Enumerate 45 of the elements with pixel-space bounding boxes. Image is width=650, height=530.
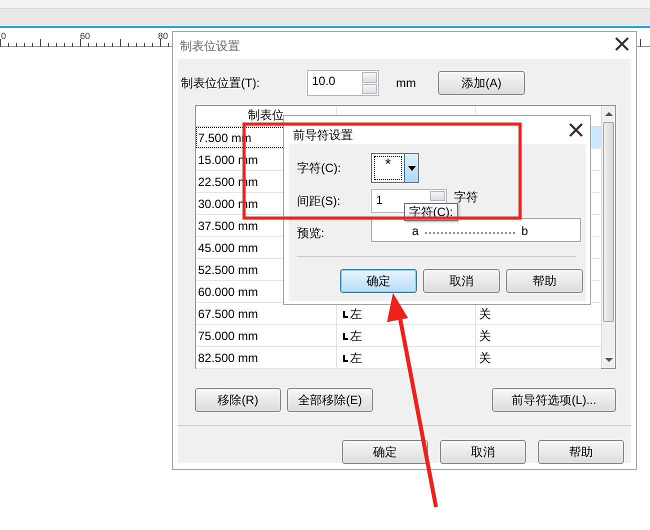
column-header[interactable]: 制表位 bbox=[248, 108, 284, 126]
table-cell[interactable]: 45.000 mm bbox=[198, 241, 258, 255]
dialog-title: 前导符设置 bbox=[293, 128, 353, 142]
preview-box: a b bbox=[371, 218, 581, 242]
field-label: 字符(C): bbox=[297, 161, 341, 175]
table-cell: 左 bbox=[350, 351, 362, 365]
field-label: 间距(S): bbox=[297, 194, 340, 208]
table-cell[interactable]: 52.500 mm bbox=[198, 263, 258, 277]
table-cell: 左 bbox=[350, 329, 362, 343]
table-cell[interactable]: 60.000 mm bbox=[198, 285, 258, 299]
cancel-button[interactable]: 取消 bbox=[440, 440, 526, 464]
ok-button[interactable]: 确定 bbox=[340, 269, 417, 293]
unit-label: mm bbox=[396, 76, 416, 90]
ruler-label: 60 bbox=[80, 31, 90, 41]
ruler-label: 80 bbox=[158, 31, 168, 41]
table-cell[interactable]: 82.500 mm bbox=[198, 351, 258, 365]
position-field[interactable]: 10.0 bbox=[307, 70, 379, 96]
dialog-title: 制表位设置 bbox=[180, 39, 240, 53]
field-label: 制表位位置(T): bbox=[181, 76, 260, 90]
table-cell: 关 bbox=[479, 329, 491, 343]
table-cell: 关 bbox=[479, 351, 491, 365]
remove-button[interactable]: 移除(R) bbox=[195, 388, 281, 412]
help-button[interactable]: 帮助 bbox=[538, 440, 624, 464]
table-cell[interactable]: 37.500 mm bbox=[198, 219, 258, 233]
left-tab-icon bbox=[343, 333, 348, 340]
table-cell[interactable]: 75.000 mm bbox=[198, 329, 258, 343]
close-icon[interactable] bbox=[568, 122, 584, 138]
remove-all-button[interactable]: 全部移除(E) bbox=[287, 388, 373, 412]
left-tab-icon bbox=[343, 311, 348, 318]
scrollbar[interactable] bbox=[601, 106, 615, 368]
left-tab-icon bbox=[343, 355, 348, 362]
table-cell[interactable]: 67.500 mm bbox=[198, 307, 258, 321]
ruler-label: 0 bbox=[1, 31, 6, 41]
cancel-button[interactable]: 取消 bbox=[423, 269, 500, 293]
leader-options-button[interactable]: 前导符选项(L)... bbox=[492, 388, 616, 412]
close-icon[interactable] bbox=[614, 36, 630, 52]
add-button[interactable]: 添加(A) bbox=[438, 71, 525, 95]
help-button[interactable]: 帮助 bbox=[506, 269, 583, 293]
unit-label: 字符 bbox=[454, 190, 478, 204]
character-dropdown[interactable]: * bbox=[371, 153, 419, 183]
caret-icon bbox=[408, 166, 416, 170]
ok-button[interactable]: 确定 bbox=[342, 440, 428, 464]
table-cell: 左 bbox=[350, 307, 362, 321]
table-cell: 关 bbox=[479, 307, 491, 321]
field-label: 预览: bbox=[297, 226, 324, 240]
